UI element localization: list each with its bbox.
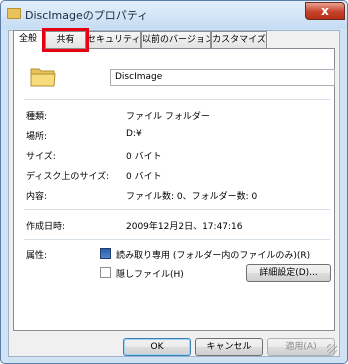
tab-general[interactable]: 全般 <box>13 30 43 49</box>
divider <box>24 209 330 210</box>
tab-previous-versions[interactable]: 以前のバージョン <box>141 31 211 48</box>
contents-label: 内容: <box>26 192 48 202</box>
cancel-button[interactable]: キャンセル <box>195 338 263 356</box>
advanced-settings-button[interactable]: 詳細設定(D)... <box>246 264 331 282</box>
apply-button[interactable]: 適用(A) <box>267 338 335 356</box>
window-title: DiscImageのプロパティ <box>25 9 149 22</box>
divider <box>24 99 330 100</box>
type-label: 種類: <box>26 112 48 122</box>
size-on-disk-label: ディスク上のサイズ: <box>26 172 110 182</box>
tab-customize[interactable]: カスタマイズ <box>211 31 267 48</box>
size-label: サイズ: <box>26 152 56 162</box>
title-bar[interactable]: DiscImageのプロパティ x <box>1 1 347 29</box>
folder-name-field[interactable]: DiscImage <box>110 69 335 86</box>
location-value: D:¥ <box>126 129 142 139</box>
general-tab-panel: DiscImage 種類: ファイル フォルダー 場所: D:¥ サイズ: 0 … <box>13 48 335 331</box>
hidden-label[interactable]: 隠しファイル(H) <box>116 267 184 280</box>
readonly-checkbox[interactable] <box>100 248 111 259</box>
location-label: 場所: <box>26 132 48 142</box>
attributes-label: 属性: <box>26 251 48 261</box>
properties-dialog: DiscImageのプロパティ x 全般 共有 セキュリティ 以前のバージョン … <box>0 0 348 364</box>
tab-security[interactable]: セキュリティ <box>86 31 141 48</box>
created-label: 作成日時: <box>26 222 66 232</box>
created-value: 2009年12月2日、17:47:16 <box>126 222 243 232</box>
folder-icon <box>7 8 21 19</box>
resize-grip-icon[interactable] <box>327 344 337 354</box>
size-on-disk-value: 0 バイト <box>126 172 162 182</box>
ok-button[interactable]: OK <box>123 338 191 356</box>
readonly-label[interactable]: 読み取り専用 (フォルダー内のファイルのみ)(R) <box>116 248 310 261</box>
sharing-tab-highlight <box>42 28 89 52</box>
size-value: 0 バイト <box>126 152 162 162</box>
contents-value: ファイル数: 0、フォルダー数: 0 <box>126 192 258 202</box>
type-value: ファイル フォルダー <box>126 112 210 122</box>
dialog-client-area: 全般 共有 セキュリティ 以前のバージョン カスタマイズ DiscImage 種… <box>8 28 340 357</box>
folder-large-icon <box>30 68 56 87</box>
close-button[interactable]: x <box>305 2 345 20</box>
divider <box>24 239 330 240</box>
hidden-checkbox[interactable] <box>100 267 111 278</box>
